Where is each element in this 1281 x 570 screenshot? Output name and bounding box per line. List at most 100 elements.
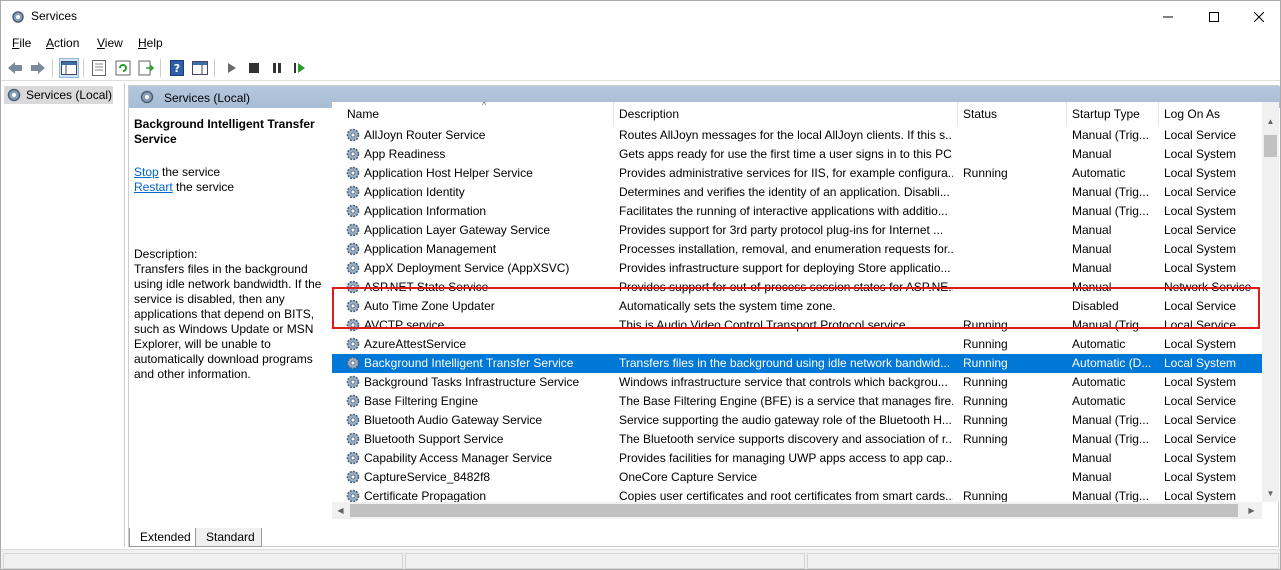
service-description: Gets apps ready for use the first time a… — [619, 147, 953, 161]
tab-standard[interactable]: Standard — [195, 528, 262, 547]
service-startup-type: Manual — [1072, 470, 1112, 484]
minimize-button[interactable] — [1145, 1, 1191, 32]
column-header-name[interactable]: ^ Name — [342, 100, 614, 126]
menu-file[interactable]: File — [12, 36, 31, 50]
table-row[interactable]: Background Intelligent Transfer Service T… — [332, 354, 1262, 373]
action-pane-button[interactable] — [190, 58, 210, 78]
stop-service-link[interactable]: Stop — [134, 165, 159, 179]
toolbar-separator — [52, 59, 53, 77]
start-service-button[interactable] — [222, 58, 242, 78]
scroll-right-icon[interactable]: ▶ — [1243, 502, 1260, 519]
status-segment — [3, 553, 403, 569]
table-row[interactable]: Capability Access Manager Service Provide… — [332, 449, 1262, 468]
tab-extended[interactable]: Extended — [129, 528, 198, 547]
service-description: Provides administrative services for IIS… — [619, 166, 953, 180]
vertical-scroll-thumb[interactable] — [1264, 135, 1277, 157]
column-header-log-on-as[interactable]: Log On As — [1159, 102, 1262, 126]
table-row[interactable]: Application Host Helper Service Provides … — [332, 164, 1262, 183]
table-row[interactable]: AppX Deployment Service (AppXSVC) Provide… — [332, 259, 1262, 278]
forward-button[interactable] — [28, 58, 48, 78]
service-name: CaptureService_8482f8 — [364, 470, 491, 484]
pause-service-button[interactable] — [267, 58, 287, 78]
refresh-button[interactable] — [113, 58, 133, 78]
show-hide-console-tree-button[interactable] — [59, 58, 79, 78]
service-status: Running — [963, 337, 1008, 351]
service-log-on-as: Local Service — [1164, 413, 1237, 427]
column-header-startup-type[interactable]: Startup Type — [1067, 102, 1159, 126]
service-gear-icon — [346, 128, 360, 142]
tree-item-services-local[interactable]: Services (Local) — [4, 86, 113, 104]
service-name: Capability Access Manager Service — [364, 451, 553, 465]
service-startup-type: Manual — [1072, 451, 1112, 465]
menu-action-accel: A — [46, 36, 55, 50]
help-button[interactable]: ? — [167, 58, 187, 78]
table-row[interactable]: Base Filtering Engine The Base Filtering … — [332, 392, 1262, 411]
service-startup-type: Automatic — [1072, 394, 1126, 408]
table-row[interactable]: AzureAttestService Running Automatic Local … — [332, 335, 1262, 354]
tab-extended-label: Extended — [140, 530, 191, 544]
service-log-on-as: Local System — [1164, 261, 1237, 275]
service-log-on-as: Local Service — [1164, 432, 1237, 446]
table-row[interactable]: CaptureService_8482f8 OneCore Capture Ser… — [332, 468, 1262, 487]
service-gear-icon — [346, 261, 360, 275]
service-startup-type: Manual (Trig... — [1072, 204, 1149, 218]
horizontal-scroll-thumb[interactable] — [350, 504, 1238, 517]
table-row[interactable]: Application Layer Gateway Service Provide… — [332, 221, 1262, 240]
service-startup-type: Manual — [1072, 147, 1112, 161]
table-row[interactable]: App Readiness Gets apps ready for use the… — [332, 145, 1262, 164]
close-button[interactable] — [1236, 1, 1280, 32]
table-row[interactable]: Bluetooth Audio Gateway Service Service s… — [332, 411, 1262, 430]
maximize-button[interactable] — [1191, 1, 1237, 32]
service-startup-type: Automatic — [1072, 375, 1126, 389]
service-status: Running — [963, 318, 1008, 332]
service-startup-type: Disabled — [1072, 299, 1119, 313]
vertical-scrollbar[interactable]: ▲ ▼ — [1262, 102, 1279, 502]
restart-service-link[interactable]: Restart — [134, 180, 173, 194]
service-description: Routes AllJoyn messages for the local Al… — [619, 128, 953, 142]
service-description: Provides infrastructure support for depl… — [619, 261, 951, 275]
export-list-button[interactable] — [136, 58, 156, 78]
scroll-left-icon[interactable]: ◀ — [332, 502, 349, 519]
table-row[interactable]: ASP.NET State Service Provides support fo… — [332, 278, 1262, 297]
scroll-down-icon[interactable]: ▼ — [1262, 485, 1279, 502]
menu-help-accel: H — [138, 36, 147, 50]
table-row[interactable]: Application Identity Determines and verif… — [332, 183, 1262, 202]
properties-button[interactable] — [89, 58, 109, 78]
service-name: Background Tasks Infrastructure Service — [364, 375, 580, 389]
column-header-status[interactable]: Status — [958, 102, 1067, 126]
service-startup-type: Automatic — [1072, 166, 1126, 180]
service-status: Running — [963, 489, 1008, 502]
service-log-on-as: Local Service — [1164, 128, 1237, 142]
menu-action[interactable]: Action — [46, 36, 79, 50]
toolbar: ? — [1, 55, 1280, 81]
table-row[interactable]: Auto Time Zone Updater Automatically sets… — [332, 297, 1262, 316]
service-description: Transfers files in the background using … — [619, 356, 951, 370]
services-window: Services File Action View Help ? Service… — [0, 0, 1281, 570]
service-gear-icon — [346, 413, 360, 427]
scroll-up-icon[interactable]: ▲ — [1262, 113, 1279, 130]
service-log-on-as: Local Service — [1164, 318, 1237, 332]
stop-service-button[interactable] — [244, 58, 264, 78]
table-row[interactable]: Application Information Facilitates the r… — [332, 202, 1262, 221]
service-log-on-as: Local System — [1164, 147, 1237, 161]
menu-help[interactable]: Help — [138, 36, 163, 50]
service-description: Automatically sets the system time zone. — [619, 299, 836, 313]
horizontal-scrollbar[interactable]: ◀ ▶ — [332, 502, 1262, 519]
menu-action-label: ction — [54, 36, 80, 50]
table-row[interactable]: Certificate Propagation Copies user certi… — [332, 487, 1262, 502]
properties-icon — [92, 60, 106, 76]
table-row[interactable]: AVCTP service This is Audio Video Control… — [332, 316, 1262, 335]
menu-view[interactable]: View — [97, 36, 123, 50]
table-row[interactable]: Background Tasks Infrastructure Service W… — [332, 373, 1262, 392]
close-icon — [1254, 11, 1264, 22]
table-row[interactable]: AllJoyn Router Service Routes AllJoyn mes… — [332, 126, 1262, 145]
pause-icon — [273, 63, 281, 73]
table-row[interactable]: Bluetooth Support Service The Bluetooth s… — [332, 430, 1262, 449]
service-gear-icon — [346, 318, 360, 332]
service-gear-icon — [346, 489, 360, 502]
back-arrow-icon — [8, 62, 22, 74]
table-row[interactable]: Application Management Processes installa… — [332, 240, 1262, 259]
restart-service-button[interactable] — [290, 58, 310, 78]
column-header-description[interactable]: Description — [614, 102, 958, 126]
back-button[interactable] — [5, 58, 25, 78]
